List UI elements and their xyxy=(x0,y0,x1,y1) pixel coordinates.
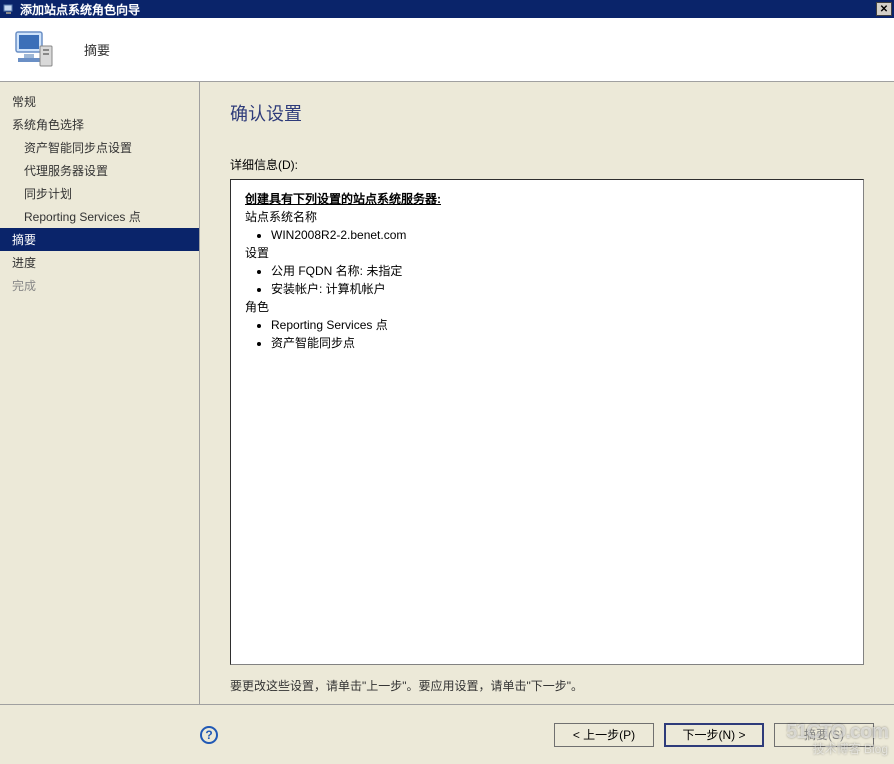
page-heading: 确认设置 xyxy=(230,100,864,126)
body: 常规系统角色选择资产智能同步点设置代理服务器设置同步计划Reporting Se… xyxy=(0,82,894,704)
next-button[interactable]: 下一步(N) > xyxy=(664,723,764,747)
roles-item-0: Reporting Services 点 xyxy=(271,316,849,334)
window-title: 添加站点系统角色向导 xyxy=(20,1,875,18)
settings-label: 设置 xyxy=(245,244,849,262)
close-button[interactable]: ✕ xyxy=(876,2,892,16)
titlebar: 添加站点系统角色向导 ✕ xyxy=(0,0,894,18)
footer: ? < 上一步(P) 下一步(N) > 摘要(S) xyxy=(0,704,894,764)
sidebar-item-8: 完成 xyxy=(0,274,199,297)
details-textbox[interactable]: 创建具有下列设置的站点系统服务器: 站点系统名称 WIN2008R2-2.ben… xyxy=(230,179,864,665)
site-name-label: 站点系统名称 xyxy=(245,208,849,226)
details-heading: 创建具有下列设置的站点系统服务器: xyxy=(245,190,849,208)
header: 摘要 xyxy=(0,18,894,82)
help-icon[interactable]: ? xyxy=(200,726,218,744)
sidebar: 常规系统角色选择资产智能同步点设置代理服务器设置同步计划Reporting Se… xyxy=(0,82,200,704)
roles-label: 角色 xyxy=(245,298,849,316)
instruction-text: 要更改这些设置，请单击"上一步"。要应用设置，请单击"下一步"。 xyxy=(230,677,864,694)
sidebar-item-2[interactable]: 资产智能同步点设置 xyxy=(0,136,199,159)
main-content: 确认设置 详细信息(D): 创建具有下列设置的站点系统服务器: 站点系统名称 W… xyxy=(200,82,894,704)
header-title: 摘要 xyxy=(84,40,110,59)
previous-button[interactable]: < 上一步(P) xyxy=(554,723,654,747)
titlebar-buttons: ✕ xyxy=(875,2,892,16)
site-name-value: WIN2008R2-2.benet.com xyxy=(271,226,849,244)
sidebar-item-0[interactable]: 常规 xyxy=(0,90,199,113)
sidebar-item-4[interactable]: 同步计划 xyxy=(0,182,199,205)
sidebar-item-3[interactable]: 代理服务器设置 xyxy=(0,159,199,182)
header-computer-icon xyxy=(10,26,58,74)
settings-item-0: 公用 FQDN 名称: 未指定 xyxy=(271,262,849,280)
sidebar-item-1[interactable]: 系统角色选择 xyxy=(0,113,199,136)
details-label: 详细信息(D): xyxy=(230,156,864,173)
sidebar-item-5[interactable]: Reporting Services 点 xyxy=(0,205,199,228)
sidebar-item-6[interactable]: 摘要 xyxy=(0,228,199,251)
roles-item-1: 资产智能同步点 xyxy=(271,334,849,352)
summary-button: 摘要(S) xyxy=(774,723,874,747)
wizard-icon xyxy=(2,2,16,16)
settings-item-1: 安装帐户: 计算机帐户 xyxy=(271,280,849,298)
sidebar-item-7[interactable]: 进度 xyxy=(0,251,199,274)
